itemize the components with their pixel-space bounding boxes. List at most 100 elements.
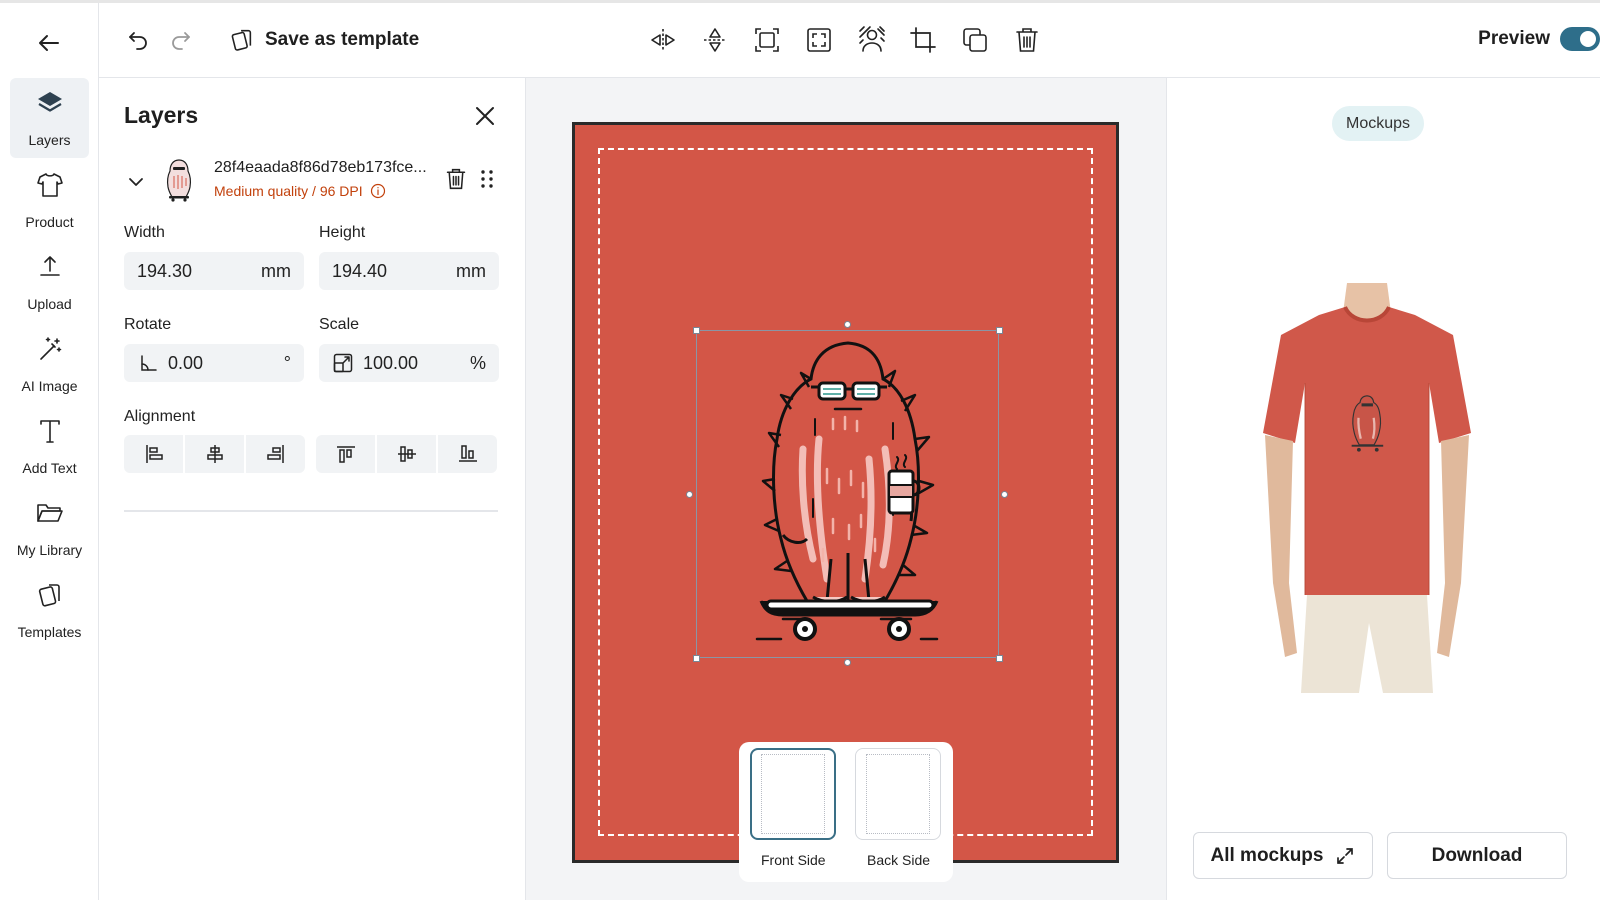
width-field[interactable]: 194.30 mm [124, 252, 304, 290]
scale-field[interactable]: 100.00 % [319, 344, 499, 382]
align-center-horizontal-icon [206, 445, 223, 463]
back-side-thumbnail[interactable] [855, 748, 941, 840]
front-side-thumbnail[interactable] [750, 748, 836, 840]
height-value: 194.40 [332, 260, 388, 281]
flip-vertical-icon [704, 28, 726, 52]
alignment-label: Alignment [124, 408, 196, 425]
all-mockups-button[interactable]: All mockups [1193, 832, 1373, 879]
scale-icon [333, 353, 353, 373]
layer-row[interactable]: 28f4eaada8f86d78eb173fce... Medium quali… [124, 156, 504, 206]
tshirt-mockup-preview[interactable] [1257, 283, 1477, 693]
align-right-icon [266, 445, 284, 463]
info-icon[interactable] [370, 183, 386, 199]
rail-item-layers[interactable]: Layers [10, 78, 89, 158]
width-label: Width [124, 224, 165, 241]
top-toolbar: Save as template Preview [99, 3, 1600, 78]
resize-handle-right[interactable] [1001, 491, 1008, 498]
rail-item-label: Upload [27, 296, 72, 312]
align-top-button[interactable] [316, 435, 375, 473]
rail-item-upload[interactable]: Upload [10, 242, 89, 322]
layer-quality: Medium quality / 96 DPI [214, 183, 386, 199]
flip-vertical-button[interactable] [699, 23, 731, 57]
horizontal-alignment-group [124, 435, 305, 473]
width-unit: mm [261, 260, 291, 281]
rail-item-my-library[interactable]: My Library [10, 488, 89, 568]
align-left-button[interactable] [124, 435, 183, 473]
scale-value: 100.00 [363, 352, 419, 373]
back-side-paper [866, 754, 930, 834]
delete-button[interactable] [1011, 23, 1043, 57]
height-field[interactable]: 194.40 mm [319, 252, 499, 290]
resize-handle-top[interactable] [844, 321, 851, 328]
rail-item-label: Product [25, 214, 74, 230]
folder-icon [34, 496, 66, 530]
width-value: 194.30 [137, 260, 193, 281]
upload-icon [34, 250, 66, 284]
save-as-template-button[interactable]: Save as template [229, 23, 419, 57]
expand-icon [1337, 847, 1354, 864]
duplicate-button[interactable] [959, 23, 991, 57]
front-side-label: Front Side [761, 852, 826, 868]
align-right-button[interactable] [246, 435, 305, 473]
crop-button[interactable] [907, 23, 939, 57]
rail-item-label: AI Image [21, 378, 78, 394]
fill-button[interactable] [803, 23, 835, 57]
align-bottom-icon [458, 445, 477, 462]
redo-button[interactable] [166, 25, 196, 55]
height-unit: mm [456, 260, 486, 281]
rail-item-product[interactable]: Product [10, 160, 89, 240]
sasquatch-skateboard-artwork[interactable] [753, 339, 943, 644]
remove-background-button[interactable] [855, 21, 889, 57]
toggle-knob [1580, 31, 1596, 47]
preview-toggle[interactable] [1560, 27, 1600, 51]
mockups-tab[interactable]: Mockups [1332, 106, 1425, 141]
rail-item-ai-image[interactable]: AI Image [10, 324, 89, 404]
undo-button[interactable] [123, 25, 153, 55]
align-middle-button[interactable] [377, 435, 436, 473]
resize-handle-bottom-right[interactable] [996, 655, 1003, 662]
rotate-field[interactable]: 0.00 ° [124, 344, 304, 382]
templates-icon [231, 29, 252, 51]
front-side-paper [761, 754, 825, 834]
delete-layer-button[interactable] [445, 167, 467, 191]
back-side-label: Back Side [867, 852, 931, 868]
resize-handle-bottom-left[interactable] [693, 655, 700, 662]
close-panel-button[interactable] [471, 102, 499, 130]
rail-item-add-text[interactable]: Add Text [10, 406, 89, 486]
expand-layer-button[interactable] [124, 170, 148, 194]
resize-handle-bottom[interactable] [844, 659, 851, 666]
layers-icon [34, 86, 66, 120]
layer-thumbnail [162, 156, 196, 202]
align-center-horizontal-button[interactable] [185, 435, 244, 473]
rail-item-label: Templates [17, 624, 82, 640]
save-as-template-label: Save as template [265, 29, 420, 50]
back-button[interactable] [30, 27, 68, 59]
fill-icon [807, 28, 831, 52]
templates-icon [34, 578, 66, 612]
resize-handle-top-right[interactable] [996, 327, 1003, 334]
download-button[interactable]: Download [1387, 832, 1567, 879]
redo-icon [172, 32, 190, 50]
flip-horizontal-button[interactable] [647, 23, 679, 57]
all-mockups-label: All mockups [1210, 844, 1324, 866]
resize-handle-left[interactable] [686, 491, 693, 498]
download-label: Download [1431, 844, 1523, 866]
align-bottom-button[interactable] [438, 435, 497, 473]
angle-icon [141, 355, 157, 371]
chevron-down-icon [129, 178, 143, 186]
arrow-left-icon [39, 35, 59, 51]
drag-handle[interactable] [476, 167, 498, 191]
preview-toggle-group: Preview [1478, 27, 1600, 51]
close-icon [476, 107, 494, 125]
rail-item-templates[interactable]: Templates [10, 570, 89, 650]
crop-icon [910, 27, 936, 53]
align-top-icon [336, 446, 355, 463]
vertical-alignment-group [316, 435, 497, 473]
mockups-panel: Mockups All mockups Download [1167, 78, 1600, 900]
scale-unit: % [469, 352, 486, 373]
rail-item-label: Layers [28, 132, 71, 148]
resize-handle-top-left[interactable] [693, 327, 700, 334]
scale-label: Scale [319, 316, 360, 333]
rotate-unit: ° [283, 352, 291, 373]
fit-button[interactable] [751, 23, 783, 57]
